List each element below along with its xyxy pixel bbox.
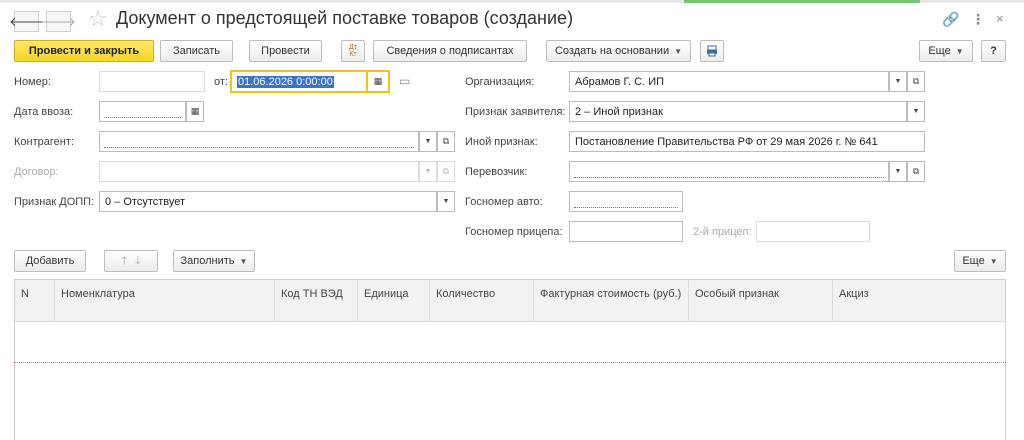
second-trailer-input: [756, 221, 870, 242]
import-date-label: Дата ввоза:: [14, 106, 74, 118]
open-form-icon: ⧉: [442, 166, 450, 176]
document-date-value: 01.06.2026 0:00:00: [237, 75, 334, 88]
window-top-accent: [684, 0, 920, 3]
contract-open-button: ⧉: [437, 161, 455, 182]
import-date-input[interactable]: [99, 101, 186, 122]
favorite-star-icon[interactable]: ☆: [88, 7, 108, 31]
comment-icon[interactable]: ▭: [399, 74, 410, 88]
organization-dropdown-button[interactable]: ▼: [889, 71, 907, 92]
column-header-n[interactable]: N: [15, 280, 55, 322]
counterparty-open-button[interactable]: ⧉: [437, 131, 455, 152]
column-header-invoice-cost[interactable]: Фактурная стоимость (руб.): [534, 280, 689, 322]
contract-label: Договор:: [14, 166, 59, 178]
dopp-label: Признак ДОПП:: [14, 196, 95, 208]
column-header-excise[interactable]: Акциз: [833, 280, 1007, 322]
column-header-nomenclature[interactable]: Номенклатура: [55, 280, 275, 322]
more-button[interactable]: Еще ▼: [919, 40, 973, 62]
fill-label: Заполнить: [180, 255, 235, 267]
dt-kt-button[interactable]: Дт Кт: [341, 40, 365, 62]
carrier-dropdown-button[interactable]: ▼: [889, 161, 907, 182]
dopp-dropdown-button[interactable]: ▼: [437, 191, 455, 212]
open-form-icon: ⧉: [912, 166, 920, 176]
open-form-icon: ⧉: [912, 76, 920, 86]
document-date-input[interactable]: 01.06.2026 0:00:00: [230, 70, 368, 93]
import-date-calendar-button[interactable]: ▦: [186, 101, 204, 122]
add-row-button[interactable]: Добавить: [14, 250, 86, 272]
applicant-sign-select[interactable]: 2 – Иной признак: [569, 101, 907, 122]
open-form-icon: ⧉: [442, 136, 450, 146]
dopp-select[interactable]: 0 – Отсутствует: [99, 191, 437, 212]
other-sign-label: Иной признак:: [465, 136, 538, 148]
carrier-open-button[interactable]: ⧉: [907, 161, 925, 182]
carrier-input[interactable]: [569, 161, 889, 182]
chevron-down-icon: ▼: [955, 46, 964, 56]
table-header: N Номенклатура Код ТН ВЭД Единица Количе…: [15, 280, 1005, 322]
printer-icon: [707, 45, 717, 57]
table-more-label: Еще: [962, 255, 985, 267]
column-header-unit[interactable]: Единица: [358, 280, 430, 322]
carrier-label: Перевозчик:: [465, 166, 528, 178]
date-calendar-button[interactable]: ▦: [368, 70, 390, 93]
counterparty-dropdown-button[interactable]: ▼: [419, 131, 437, 152]
contract-dropdown-button: ▼: [419, 161, 437, 182]
calendar-icon: ▦: [190, 106, 200, 116]
number-input[interactable]: [99, 71, 205, 92]
organization-label: Организация:: [465, 76, 535, 88]
goods-table[interactable]: N Номенклатура Код ТН ВЭД Единица Количе…: [14, 279, 1006, 440]
fill-button[interactable]: Заполнить ▼: [173, 250, 255, 272]
chevron-down-icon: ▼: [894, 168, 902, 175]
window-title: Документ о предстоящей поставке товаров …: [116, 8, 574, 28]
print-button[interactable]: [700, 40, 724, 62]
back-button[interactable]: 🡐: [9, 11, 44, 32]
forward-button[interactable]: 🡒: [41, 11, 76, 32]
create-based-on-button[interactable]: Создать на основании ▼: [546, 40, 691, 62]
number-label: Номер:: [14, 76, 51, 88]
contract-input: [99, 161, 419, 182]
applicant-sign-dropdown-button[interactable]: ▼: [907, 101, 925, 122]
arrow-left-icon: 🡐: [9, 13, 44, 29]
arrow-up-icon[interactable]: 🡑: [121, 252, 127, 271]
chevron-down-icon: ▼: [424, 138, 432, 145]
date-from-label: от:: [214, 76, 228, 88]
organization-open-button[interactable]: ⧉: [907, 71, 925, 92]
chevron-down-icon: ▼: [894, 78, 902, 85]
post-button[interactable]: Провести: [249, 40, 322, 62]
arrow-down-icon[interactable]: 🡓: [135, 252, 141, 271]
table-more-button[interactable]: Еще ▼: [954, 250, 1006, 272]
chevron-down-icon: ▼: [424, 168, 432, 175]
create-based-on-label: Создать на основании: [554, 45, 670, 57]
move-buttons[interactable]: 🡑 🡓: [104, 250, 158, 272]
table-required-underline: [14, 362, 1006, 363]
organization-input[interactable]: Абрамов Г. С. ИП: [569, 71, 889, 92]
car-plate-label: Госномер авто:: [465, 196, 543, 208]
link-icon[interactable]: 🔗: [942, 11, 959, 28]
chevron-down-icon: ▼: [442, 198, 450, 205]
counterparty-label: Контрагент:: [14, 136, 74, 148]
signers-info-button[interactable]: Сведения о подписантах: [373, 40, 527, 62]
chevron-down-icon: ▼: [239, 256, 248, 266]
dt-kt-icon: Дт Кт: [349, 44, 357, 58]
post-and-close-button[interactable]: Провести и закрыть: [14, 40, 154, 62]
counterparty-input[interactable]: [99, 131, 419, 152]
column-header-special-sign[interactable]: Особый признак: [689, 280, 833, 322]
more-label: Еще: [928, 45, 951, 57]
other-sign-input[interactable]: Постановление Правительства РФ от 29 мая…: [569, 131, 925, 152]
trailer-plate-input[interactable]: [569, 221, 683, 242]
more-actions-icon[interactable]: ⋮: [971, 11, 985, 28]
column-header-quantity[interactable]: Количество: [430, 280, 534, 322]
car-plate-input[interactable]: [569, 191, 683, 212]
second-trailer-label: 2-й прицеп:: [693, 226, 752, 238]
column-header-tn-ved[interactable]: Код ТН ВЭД: [275, 280, 358, 322]
close-icon[interactable]: ×: [996, 11, 1004, 26]
chevron-down-icon: ▼: [912, 108, 920, 115]
applicant-sign-label: Признак заявителя:: [465, 106, 566, 118]
chevron-down-icon: ▼: [989, 256, 998, 266]
arrow-right-icon: 🡒: [41, 13, 76, 29]
trailer-plate-label: Госномер прицепа:: [465, 226, 563, 238]
help-button[interactable]: ?: [981, 40, 1006, 62]
calendar-icon: ▦: [373, 76, 383, 86]
chevron-down-icon: ▼: [674, 46, 683, 56]
save-button[interactable]: Записать: [160, 40, 233, 62]
